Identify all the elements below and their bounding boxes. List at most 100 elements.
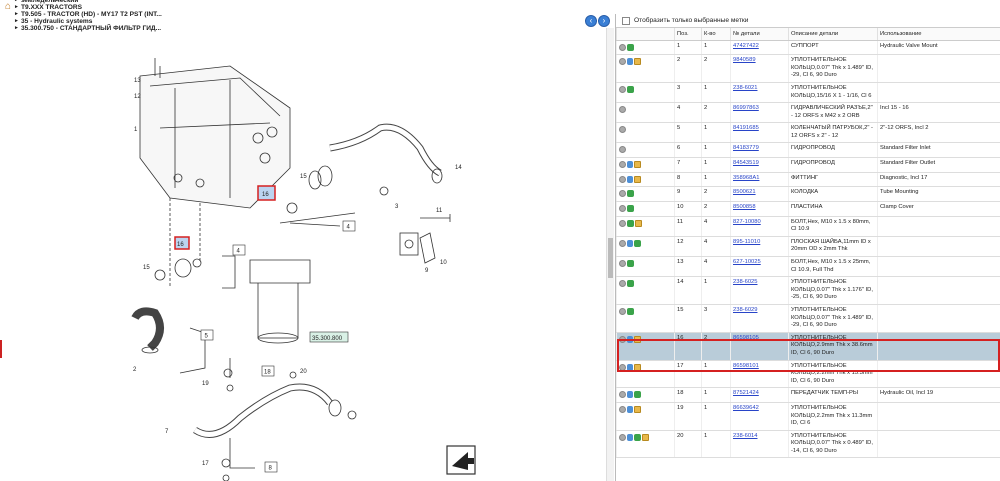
info-icon[interactable] (619, 391, 626, 399)
col-pos[interactable]: Поз. (674, 28, 702, 41)
back-arrow-icon[interactable]: ‹ (585, 15, 597, 27)
package-icon[interactable] (635, 219, 642, 227)
add-to-cart-icon[interactable] (627, 219, 634, 227)
package-icon[interactable] (634, 405, 641, 413)
parts-diagram[interactable]: 13 12 1 15 14 3 11 10 9 15 2 19 20 7 17 … (0, 28, 612, 481)
part-number-link[interactable]: 87521424 (733, 390, 759, 396)
callout-1[interactable]: 1 (134, 127, 138, 133)
add-to-cart-icon[interactable] (627, 43, 634, 51)
details-icon[interactable] (627, 433, 633, 441)
part-number-link[interactable]: 84183779 (733, 145, 759, 151)
part-number-link[interactable]: 86598101 (733, 363, 759, 369)
part-number-link[interactable]: 84191685 (733, 125, 759, 131)
cell-part-number[interactable]: 84183779 (730, 142, 789, 159)
cell-part-number[interactable]: 86598101 (730, 360, 789, 389)
add-to-cart-icon[interactable] (627, 85, 634, 93)
cell-part-number[interactable]: 238-6029 (730, 304, 789, 333)
cell-part-number[interactable]: 8500621 (730, 186, 789, 202)
part-number-link[interactable]: 627-10025 (733, 259, 761, 265)
callout-7[interactable]: 7 (165, 429, 169, 435)
callout-12[interactable]: 12 (134, 94, 141, 100)
table-row[interactable]: 8 1 358968A1 ФИТТИНГ Diagnostic, Incl 17 (616, 172, 1000, 188)
part-number-link[interactable]: 86598105 (733, 335, 759, 341)
info-icon[interactable] (619, 43, 626, 51)
callout-17[interactable]: 17 (202, 461, 209, 467)
package-icon[interactable] (634, 161, 641, 169)
export-icon[interactable] (446, 445, 476, 475)
part-number-link[interactable]: 827-10080 (733, 219, 761, 225)
part-number-link[interactable]: 238-6014 (733, 433, 758, 439)
table-row[interactable]: 1 1 47427422 СУППОРТ Hydraulic Valve Mount (616, 40, 1000, 56)
col-description[interactable]: Описание детали (788, 28, 878, 41)
callout-11[interactable]: 11 (436, 208, 443, 214)
callout-13[interactable]: 13 (134, 78, 141, 84)
callout-14[interactable]: 14 (455, 165, 462, 171)
callout-15b[interactable]: 15 (143, 265, 150, 271)
info-icon[interactable] (619, 58, 626, 66)
cell-part-number[interactable]: 238-6025 (730, 276, 789, 305)
package-icon[interactable] (634, 58, 641, 66)
home-icon[interactable]: ⌂ (2, 1, 14, 13)
info-icon[interactable] (619, 363, 626, 371)
callout-15[interactable]: 15 (300, 174, 307, 180)
info-icon[interactable] (619, 307, 626, 315)
scrollbar-thumb[interactable] (608, 238, 613, 278)
table-row[interactable]: 16 2 86598105 УПЛОТНИТЕЛЬНОЕ КОЛЬЦО,2.9mm T… (616, 332, 1000, 361)
info-icon[interactable] (619, 85, 626, 93)
cell-part-number[interactable]: 86997863 (730, 102, 789, 124)
add-to-cart-icon[interactable] (627, 190, 634, 198)
table-row[interactable]: 4 2 86997863 ГИДРАВЛИЧЕСКИЙ РАЗЪЕ,2" - 12 O… (616, 102, 1000, 124)
package-icon[interactable] (634, 175, 641, 183)
callout-19[interactable]: 19 (202, 381, 209, 387)
table-row[interactable]: 15 3 238-6029 УПЛОТНИТЕЛЬНОЕ КОЛЬЦО,0.07" T… (616, 304, 1000, 333)
info-icon[interactable] (619, 106, 626, 114)
details-icon[interactable] (627, 239, 633, 247)
table-row[interactable]: 9 2 8500621 КОЛОДКА Tube Mounting (616, 186, 1000, 202)
table-row[interactable]: 5 1 84191685 КОЛЕНЧАТЫЙ ПАТРУБОК,2" - 12 OR… (616, 122, 1000, 144)
details-icon[interactable] (627, 391, 633, 399)
add-to-cart-icon[interactable] (627, 204, 634, 212)
part-number-link[interactable]: 86997863 (733, 105, 759, 111)
details-icon[interactable] (627, 363, 633, 371)
details-icon[interactable] (627, 161, 633, 169)
cell-part-number[interactable]: 238-6021 (730, 82, 789, 104)
table-row[interactable]: 11 4 827-10080 БОЛТ,Hex, M10 x 1.5 x 80mm, … (616, 216, 1000, 237)
table-row[interactable]: 20 1 238-6014 УПЛОТНИТЕЛЬНОЕ КОЛЬЦО,0.07" T… (616, 430, 1000, 459)
cell-part-number[interactable]: 8500858 (730, 201, 789, 217)
callout-3[interactable]: 3 (395, 204, 399, 210)
table-row[interactable]: 7 1 84543519 ГИДРОПРОВОД Standard Filter Out… (616, 157, 1000, 173)
table-row[interactable]: 14 1 238-6025 УПЛОТНИТЕЛЬНОЕ КОЛЬЦО,0.07" T… (616, 276, 1000, 305)
table-row[interactable]: 3 1 238-6021 УПЛОТНИТЕЛЬНОЕ КОЛЬЦО,15/16 X … (616, 82, 1000, 104)
cell-part-number[interactable]: 84543519 (730, 157, 789, 173)
cell-part-number[interactable]: 827-10080 (730, 216, 789, 237)
details-icon[interactable] (627, 58, 633, 66)
cell-part-number[interactable]: 86598105 (730, 332, 789, 361)
cell-part-number[interactable]: 84191685 (730, 122, 789, 144)
table-row[interactable]: 2 2 9840589 УПЛОТНИТЕЛЬНОЕ КОЛЬЦО,0.07" Thk… (616, 54, 1000, 83)
diagram-scrollbar[interactable] (606, 28, 614, 481)
info-icon[interactable] (619, 175, 626, 183)
part-number-link[interactable]: 9840589 (733, 57, 756, 63)
info-icon[interactable] (619, 405, 626, 413)
table-row[interactable]: 17 1 86598101 УПЛОТНИТЕЛЬНОЕ КОЛЬЦО,2.2mm T… (616, 360, 1000, 389)
table-row[interactable]: 10 2 8500858 ПЛАСТИНА Clamp Cover (616, 201, 1000, 217)
info-icon[interactable] (619, 146, 626, 154)
table-row[interactable]: 12 4 895-11010 ПЛОСКАЯ ШАЙБА,11mm ID x 20mm… (616, 236, 1000, 257)
callout-20[interactable]: 20 (300, 369, 307, 375)
add-to-cart-icon[interactable] (627, 259, 634, 267)
details-icon[interactable] (627, 175, 633, 183)
package-icon[interactable] (634, 363, 641, 371)
add-to-cart-icon[interactable] (634, 239, 641, 247)
col-qty[interactable]: К-во (701, 28, 731, 41)
cell-part-number[interactable]: 627-10025 (730, 256, 789, 278)
table-row[interactable]: 19 1 86639642 УПЛОТНИТЕЛЬНОЕ КОЛЬЦО,2.2mm T… (616, 402, 1000, 431)
part-number-link[interactable]: 238-6025 (733, 279, 758, 285)
callout-9[interactable]: 9 (425, 268, 429, 274)
breadcrumb-item[interactable]: ► T9.XXX TRACTORS (14, 4, 162, 11)
info-icon[interactable] (619, 204, 626, 212)
col-part-number[interactable]: № детали (730, 28, 789, 41)
package-icon[interactable] (642, 433, 649, 441)
part-number-link[interactable]: 8500858 (733, 204, 756, 210)
callout-10[interactable]: 10 (440, 260, 447, 266)
cell-part-number[interactable]: 47427422 (730, 40, 789, 56)
